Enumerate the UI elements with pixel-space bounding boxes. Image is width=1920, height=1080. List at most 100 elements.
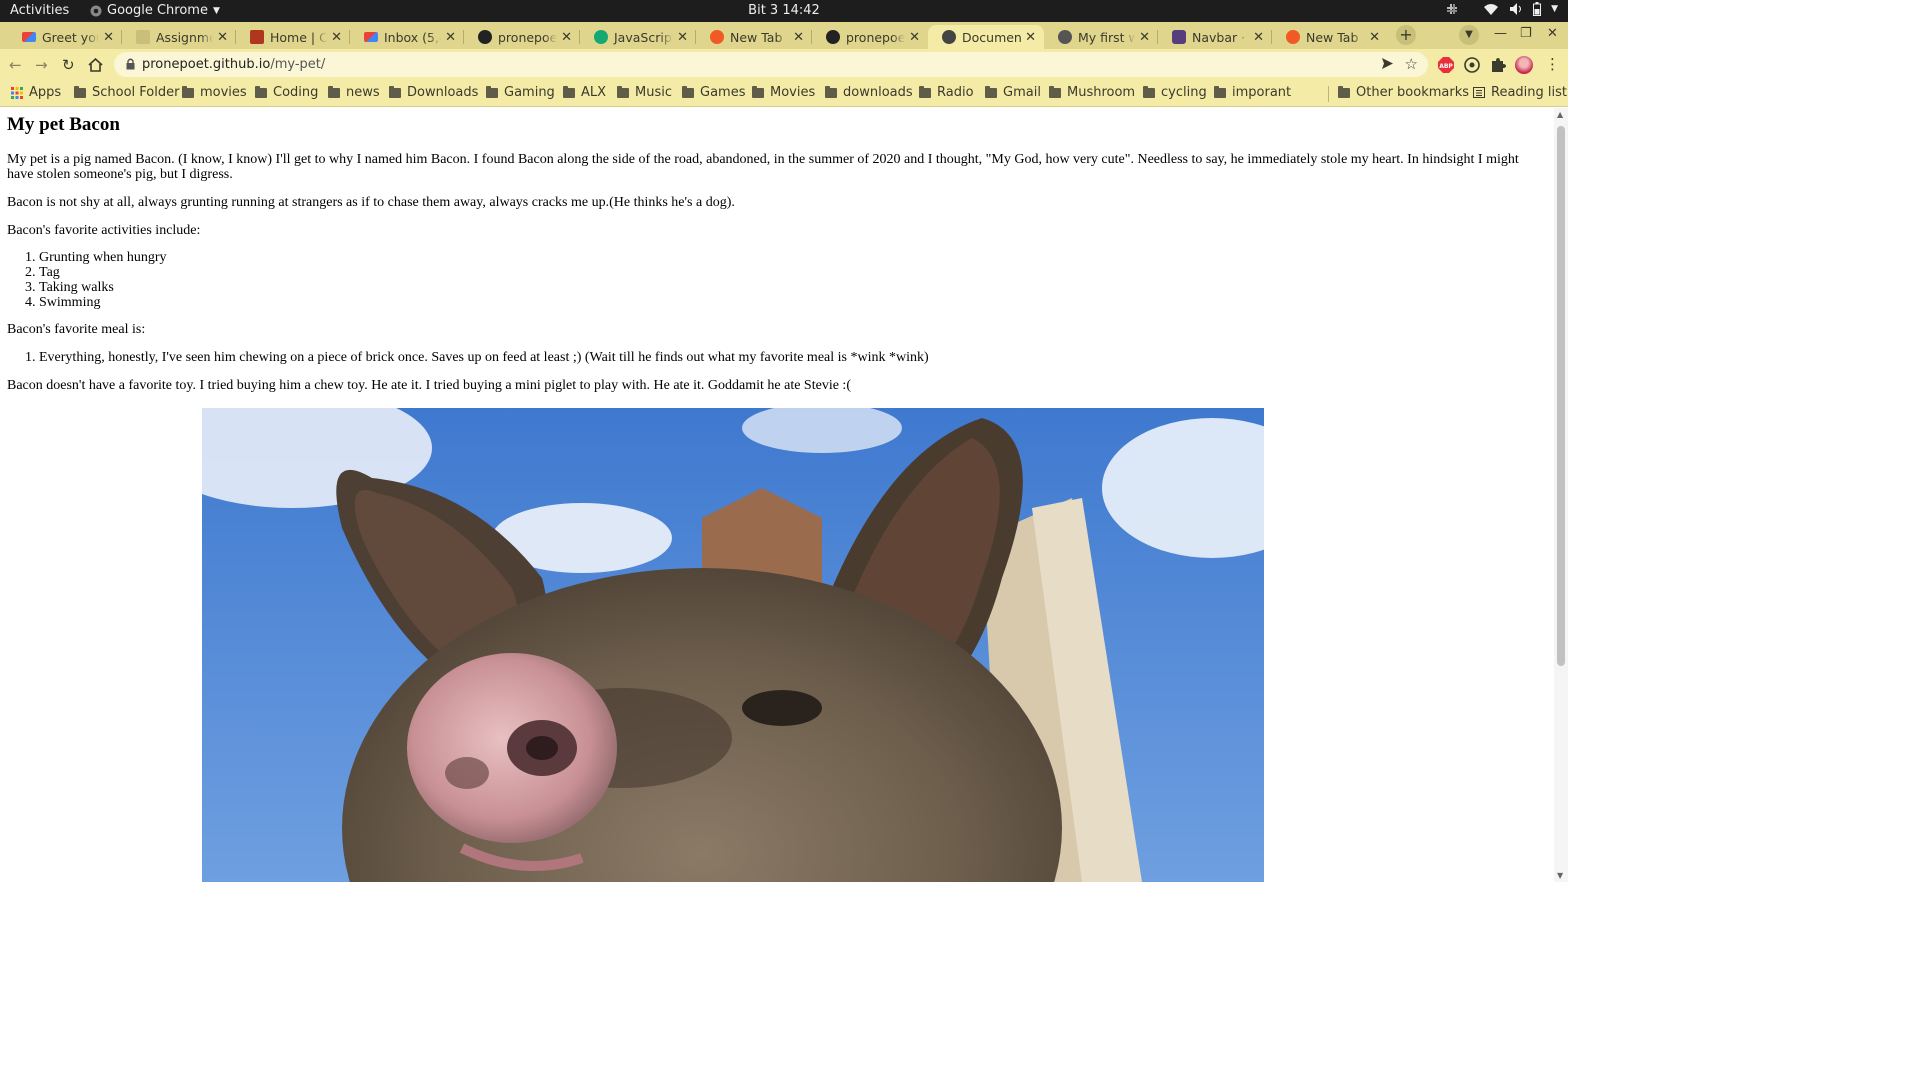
tab[interactable]: Home | Coc ✕: [236, 25, 350, 49]
grammarly-icon: [594, 30, 608, 44]
list-item: Everything, honestly, I've seen him chew…: [39, 350, 1547, 365]
folder-icon: [486, 85, 498, 98]
minimize-icon[interactable]: —: [1494, 26, 1507, 41]
bookmark-folder[interactable]: news: [328, 85, 380, 100]
close-tab-icon[interactable]: ✕: [909, 30, 920, 45]
tab[interactable]: My first we ✕: [1044, 25, 1158, 49]
bookmark-folder[interactable]: movies: [182, 85, 247, 100]
send-tab-icon[interactable]: [1381, 57, 1394, 70]
close-tab-icon[interactable]: ✕: [445, 30, 456, 45]
folder-icon: [255, 85, 267, 98]
close-tab-icon[interactable]: ✕: [1253, 30, 1264, 45]
other-bookmarks[interactable]: Other bookmarks: [1338, 85, 1469, 100]
system-top-bar: Activities Google Chrome ▼ Bit 3 14:42 ▼: [0, 0, 1568, 22]
activities-intro: Bacon's favorite activities include:: [7, 223, 201, 238]
tab[interactable]: JavaScript ✕: [580, 25, 696, 49]
page-scrollbar[interactable]: ▲ ▼: [1554, 108, 1568, 882]
bookmark-folder[interactable]: Coding: [255, 85, 318, 100]
bookmark-folder-label: Movies: [770, 85, 816, 100]
tab-title: JavaScript: [614, 29, 674, 45]
brave-icon: [1286, 30, 1300, 44]
bookmark-folder[interactable]: Gmail: [985, 85, 1041, 100]
scroll-up-icon[interactable]: ▲: [1557, 110, 1563, 119]
clock[interactable]: Bit 3 14:42: [748, 3, 820, 18]
url-text: pronepoet.github.io/my-pet/: [142, 57, 325, 72]
bookmark-folder-label: Gmail: [1003, 85, 1041, 100]
extensions-puzzle-icon[interactable]: [1489, 56, 1507, 74]
tab[interactable]: pronepoet ✕: [812, 25, 928, 49]
tab[interactable]: Inbox (5,47 ✕: [350, 25, 464, 49]
folder-icon: [985, 85, 997, 98]
bookmark-folder[interactable]: Mushroom: [1049, 85, 1135, 100]
bookmark-folder-label: Games: [700, 85, 746, 100]
address-bar[interactable]: pronepoet.github.io/my-pet/ ☆: [114, 52, 1428, 77]
close-window-icon[interactable]: ✕: [1547, 26, 1558, 41]
battery-icon[interactable]: [1533, 2, 1542, 16]
tab[interactable]: Navbar · B ✕: [1158, 25, 1272, 49]
profile-avatar[interactable]: [1515, 56, 1533, 74]
bookmark-folder[interactable]: Games: [682, 85, 745, 100]
app-menu[interactable]: Google Chrome ▼: [90, 3, 220, 18]
tab-search-button[interactable]: ▼: [1459, 25, 1479, 45]
extension-icon[interactable]: [1463, 56, 1481, 74]
close-tab-icon[interactable]: ✕: [217, 30, 228, 45]
bookmark-folder[interactable]: Gaming: [486, 85, 555, 100]
folder-icon: [1143, 85, 1155, 98]
close-tab-icon[interactable]: ✕: [103, 30, 114, 45]
bookmark-folder[interactable]: downloads: [825, 85, 913, 100]
close-tab-icon[interactable]: ✕: [1369, 30, 1380, 45]
scroll-down-icon[interactable]: ▼: [1557, 871, 1563, 880]
close-tab-icon[interactable]: ✕: [331, 30, 342, 45]
close-tab-icon[interactable]: ✕: [677, 30, 688, 45]
bookmark-folder[interactable]: ALX: [563, 85, 606, 100]
tab[interactable]: Greet your ✕: [8, 25, 122, 49]
volume-icon[interactable]: [1509, 2, 1523, 16]
home-icon[interactable]: [88, 58, 103, 72]
reload-icon[interactable]: ↻: [62, 56, 75, 74]
bookmark-folder[interactable]: Music: [617, 85, 672, 100]
folder-icon: [328, 85, 340, 98]
slack-icon[interactable]: [1445, 2, 1459, 16]
toy-paragraph: Bacon doesn't have a favorite toy. I tri…: [7, 378, 851, 393]
bookmark-folder[interactable]: Movies: [752, 85, 815, 100]
close-tab-icon[interactable]: ✕: [793, 30, 804, 45]
back-icon[interactable]: ←: [9, 56, 22, 74]
close-tab-icon[interactable]: ✕: [561, 30, 572, 45]
adblock-plus-icon[interactable]: ABP: [1437, 56, 1455, 74]
wifi-icon[interactable]: [1483, 2, 1499, 16]
tab-active[interactable]: Document ✕: [928, 25, 1044, 49]
apps-shortcut[interactable]: Apps: [11, 85, 61, 100]
bookmark-folder[interactable]: cycling: [1143, 85, 1207, 100]
folder-icon: [389, 85, 401, 98]
tab-title: Assignmen: [156, 29, 214, 45]
close-tab-icon[interactable]: ✕: [1139, 30, 1150, 45]
bookmark-star-icon[interactable]: ☆: [1405, 55, 1418, 73]
reading-list[interactable]: Reading list: [1473, 85, 1567, 100]
folder-icon: [74, 85, 86, 98]
tab[interactable]: New Tab ✕: [1272, 25, 1388, 49]
scrollbar-thumb[interactable]: [1557, 126, 1565, 666]
bookmark-folder[interactable]: Downloads: [389, 85, 478, 100]
folder-icon: [1338, 85, 1350, 98]
url-host: pronepoet.github.io: [142, 57, 271, 72]
restore-icon[interactable]: ❐: [1520, 26, 1532, 41]
bookmark-folder[interactable]: Radio: [919, 85, 974, 100]
system-menu-caret-icon[interactable]: ▼: [1551, 4, 1558, 14]
forward-icon[interactable]: →: [35, 56, 48, 74]
activities-button[interactable]: Activities: [10, 3, 69, 18]
bookmark-folder-label: cycling: [1161, 85, 1207, 100]
folder-icon: [682, 85, 694, 98]
lock-icon[interactable]: [126, 58, 135, 70]
tab[interactable]: pronepoet ✕: [464, 25, 580, 49]
chrome-menu-icon[interactable]: ⋮: [1545, 55, 1560, 73]
new-tab-button[interactable]: +: [1396, 25, 1416, 45]
bookmark-folder-label: downloads: [843, 85, 913, 100]
tab[interactable]: Assignmen ✕: [122, 25, 236, 49]
bookmark-folder-label: ALX: [581, 85, 607, 100]
tab[interactable]: New Tab ✕: [696, 25, 812, 49]
bookmark-folder[interactable]: imporant: [1214, 85, 1291, 100]
bookmark-folder[interactable]: School Folder: [74, 85, 179, 100]
meal-intro: Bacon's favorite meal is:: [7, 322, 146, 337]
close-tab-icon[interactable]: ✕: [1025, 30, 1036, 45]
meals-list: Everything, honestly, I've seen him chew…: [7, 350, 1547, 365]
